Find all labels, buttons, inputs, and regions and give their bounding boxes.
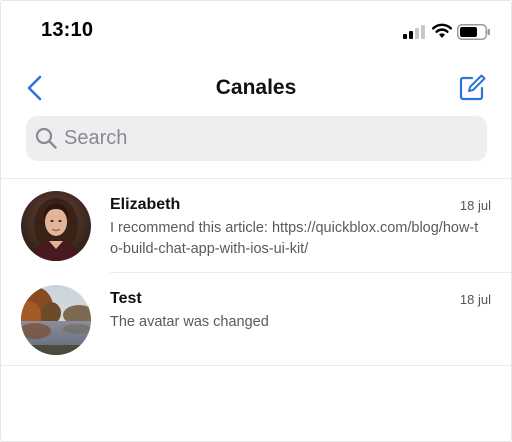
avatar (21, 191, 91, 261)
chat-list-item[interactable]: Elizabeth 18 jul I recommend this articl… (1, 179, 511, 272)
autumn-landscape-avatar (21, 285, 91, 355)
compose-icon (459, 74, 486, 101)
woman-portrait-avatar (21, 191, 91, 261)
wifi-icon (432, 23, 452, 38)
status-time: 13:10 (41, 19, 94, 41)
battery-icon (457, 24, 490, 40)
search-bar (26, 116, 487, 161)
chat-preview: The avatar was changed (110, 314, 269, 330)
chat-preview: I recommend this article: https://quickb… (110, 220, 479, 257)
search-input[interactable] (64, 116, 474, 161)
chat-name: Elizabeth (110, 196, 181, 213)
search-icon (35, 127, 57, 149)
chat-name: Test (110, 290, 142, 307)
avatar (21, 285, 91, 355)
cellular-signal-icon (403, 25, 425, 39)
status-bar: 13:10 (1, 1, 511, 63)
navigation-bar: Canales (1, 63, 511, 113)
chat-list-item[interactable]: Test 18 jul The avatar was changed (1, 273, 511, 365)
app-screen: 13:10 Canales Search Elizabeth 18 jul I … (0, 0, 512, 442)
chat-date: 18 jul (459, 292, 491, 307)
compose-button[interactable] (458, 74, 486, 102)
page-title: Canales (215, 76, 297, 99)
divider (1, 365, 511, 366)
chat-date: 18 jul (459, 198, 491, 213)
